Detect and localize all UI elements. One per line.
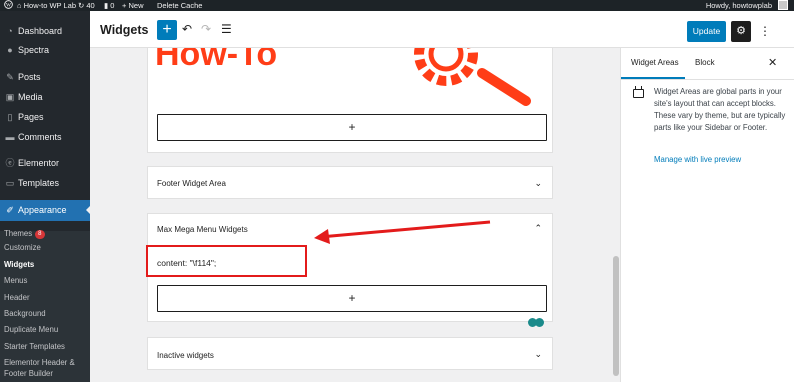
submenu-item-footer-builder[interactable]: Footer Builder bbox=[4, 369, 53, 379]
avatar[interactable] bbox=[778, 0, 788, 10]
undo-icon[interactable]: ↶ bbox=[182, 22, 192, 36]
widget-areas-inspector: Widget Areas Block ✕ Widget Areas are gl… bbox=[620, 48, 794, 382]
submenu-item-widgets[interactable]: Widgets bbox=[4, 260, 34, 270]
update-button[interactable]: Update bbox=[687, 21, 726, 42]
submenu-item-themes[interactable]: Themes 8 bbox=[4, 229, 45, 239]
spectra-icon: ● bbox=[7, 45, 13, 55]
editor-header: Widgets + ↶ ↷ ☰ Update ⚙ ⋮ bbox=[90, 11, 794, 48]
home-icon: ⌂ bbox=[17, 1, 22, 10]
sidebar-item-templates[interactable]: ▭ Templates bbox=[0, 173, 90, 193]
update-count-badge: 8 bbox=[35, 230, 45, 239]
admin-sidebar: ◔ Dashboard ● Spectra ✎ Posts ▣ Media ▯ … bbox=[0, 11, 91, 382]
sidebar-item-comments[interactable]: ▬ Comments bbox=[0, 127, 90, 147]
sidebar-item-posts[interactable]: ✎ Posts bbox=[0, 67, 90, 87]
pin-icon: ✎ bbox=[6, 72, 14, 82]
dashboard-icon: ◔ bbox=[7, 26, 13, 36]
submenu-item-elementor-header[interactable]: Elementor Header & bbox=[4, 358, 75, 368]
list-view-icon[interactable]: ☰ bbox=[221, 22, 232, 36]
updates-link[interactable]: ↻ 40 bbox=[78, 0, 95, 11]
submenu-item-customize[interactable]: Customize bbox=[4, 243, 41, 253]
chevron-down-icon[interactable]: ⌄ bbox=[534, 349, 542, 360]
submenu-item-header[interactable]: Header bbox=[4, 293, 30, 303]
inactive-widgets-panel[interactable]: Inactive widgets ⌄ bbox=[147, 337, 553, 370]
media-icon: ▣ bbox=[5, 92, 15, 102]
plus-icon: + bbox=[122, 1, 127, 10]
canvas-scrollbar-thumb[interactable] bbox=[613, 256, 619, 376]
sidebar-item-spectra[interactable]: ● Spectra bbox=[0, 40, 90, 60]
footer-widget-area-panel[interactable]: Footer Widget Area ⌄ bbox=[147, 166, 553, 199]
submenu-item-starter-templates[interactable]: Starter Templates bbox=[4, 342, 65, 352]
annotation-highlight-box bbox=[146, 245, 307, 277]
chevron-down-icon[interactable]: ⌄ bbox=[534, 178, 542, 189]
wordpress-logo-icon[interactable]: W bbox=[4, 0, 13, 11]
sidebar-item-pages[interactable]: ▯ Pages bbox=[0, 107, 90, 127]
settings-gear-icon[interactable]: ⚙ bbox=[731, 21, 751, 42]
widget-area-panel: How-To + bbox=[147, 48, 553, 153]
add-block-button[interactable]: + bbox=[157, 114, 547, 141]
more-options-icon[interactable]: ⋮ bbox=[759, 21, 771, 42]
block-badge-icons bbox=[528, 318, 548, 327]
logo-image: How-To bbox=[155, 48, 531, 106]
widget-areas-description: Widget Areas are global parts in your si… bbox=[654, 87, 786, 132]
account-greeting[interactable]: Howdy, howtowplab bbox=[706, 0, 772, 11]
admin-bar: W ⌂ How-to WP Lab ↻ 40 ▮ 0 + New Delete … bbox=[0, 0, 794, 11]
tab-widget-areas[interactable]: Widget Areas bbox=[631, 58, 679, 67]
panel-title: Inactive widgets bbox=[157, 351, 214, 360]
close-icon[interactable]: ✕ bbox=[768, 56, 777, 69]
refresh-icon: ↻ bbox=[78, 1, 85, 10]
add-block-button[interactable]: + bbox=[157, 285, 547, 312]
site-name-link[interactable]: ⌂ How-to WP Lab bbox=[17, 0, 76, 11]
comment-icon: ▬ bbox=[5, 132, 15, 142]
sidebar-item-dashboard[interactable]: ◔ Dashboard bbox=[0, 21, 90, 41]
submenu-item-background[interactable]: Background bbox=[4, 309, 46, 319]
chevron-up-icon[interactable]: ⌃ bbox=[534, 223, 542, 234]
new-content-link[interactable]: + New bbox=[122, 0, 144, 11]
submenu-item-menus[interactable]: Menus bbox=[4, 276, 27, 286]
folder-icon: ▭ bbox=[5, 178, 15, 188]
manage-live-preview-link[interactable]: Manage with live preview bbox=[654, 155, 741, 164]
appearance-submenu: Themes 8 Customize Widgets Menus Header B… bbox=[0, 229, 90, 382]
svg-text:How-To: How-To bbox=[155, 48, 277, 73]
sidebar-item-elementor[interactable]: ⓔ Elementor bbox=[0, 153, 90, 173]
widget-canvas: How-To + Footer Widget Area ⌄ Max Mega M… bbox=[90, 48, 620, 382]
sidebar-item-appearance[interactable]: ✐ Appearance bbox=[0, 200, 91, 221]
tab-block[interactable]: Block bbox=[695, 58, 715, 67]
comment-bubble-icon: ▮ bbox=[104, 1, 109, 10]
delete-cache-link[interactable]: Delete Cache bbox=[157, 0, 202, 11]
badge-circle-icon bbox=[535, 318, 544, 327]
sidebar-item-media[interactable]: ▣ Media bbox=[0, 87, 90, 107]
page-icon: ▯ bbox=[7, 112, 13, 122]
annotation-arrow bbox=[314, 220, 491, 244]
block-inserter-button[interactable]: + bbox=[157, 20, 177, 40]
brush-icon: ✐ bbox=[6, 205, 14, 215]
comments-link[interactable]: ▮ 0 bbox=[104, 0, 114, 11]
widget-areas-icon bbox=[633, 86, 644, 98]
panel-title: Max Mega Menu Widgets bbox=[157, 225, 248, 234]
elementor-icon: ⓔ bbox=[5, 158, 15, 168]
redo-icon[interactable]: ↷ bbox=[201, 22, 211, 36]
panel-title: Footer Widget Area bbox=[157, 179, 226, 188]
submenu-item-duplicate-menu[interactable]: Duplicate Menu bbox=[4, 325, 58, 335]
page-title: Widgets bbox=[100, 23, 149, 37]
divider bbox=[621, 79, 794, 80]
